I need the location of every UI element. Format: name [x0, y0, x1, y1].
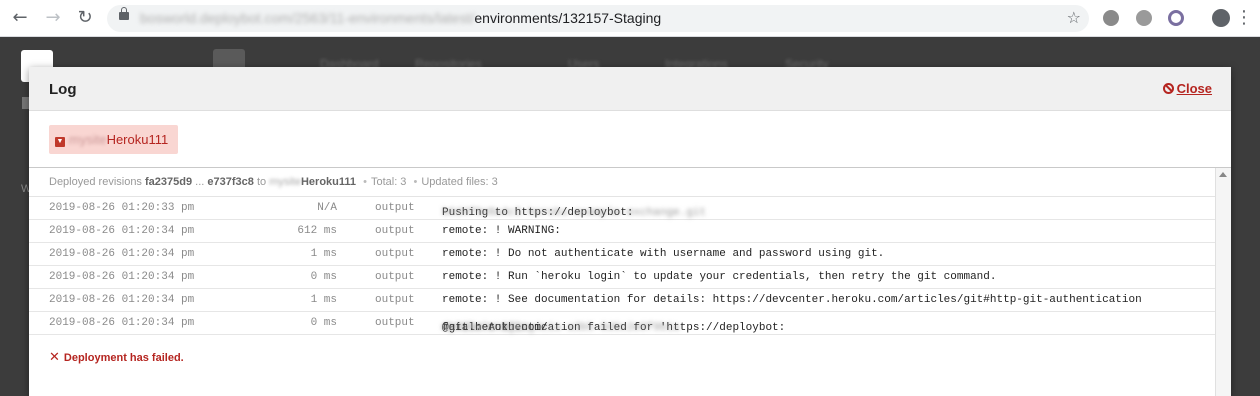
log-row: 2019-08-26 01:20:34 pm 1 ms output remot… — [29, 289, 1215, 312]
server-name: Heroku111 — [106, 132, 169, 147]
server-section: ▼ mysiteHeroku111 — [29, 111, 1231, 168]
vertical-scrollbar[interactable] — [1215, 168, 1231, 396]
forward-arrow-icon[interactable]: → — [41, 7, 65, 31]
target-server: Heroku111 — [300, 176, 357, 188]
log-modal: Log Close ▼ mysiteHeroku111 Deployed revi… — [29, 67, 1231, 396]
server-prefix: mysite — [69, 132, 107, 147]
log-row: 2019-08-26 01:20:34 pm 0 ms output remot… — [29, 266, 1215, 289]
url-text: bosworld.deploybot.com/2563/11-environme… — [140, 10, 662, 26]
log-panel: Deployed revisions fa2375d9 ... e737f3c8… — [29, 168, 1215, 396]
total-count: Total: 3 — [370, 176, 407, 188]
bookmark-star-icon[interactable]: ☆ — [1067, 8, 1081, 27]
extension-gear-icon[interactable] — [1136, 10, 1152, 26]
browser-toolbar: ← → ↻ bosworld.deploybot.com/2563/11-env… — [0, 0, 1260, 37]
close-circle-icon — [1162, 83, 1174, 94]
extension-u-icon[interactable] — [1103, 10, 1119, 26]
back-arrow-icon[interactable]: ← — [8, 7, 32, 31]
modal-title: Log — [49, 81, 77, 98]
modal-header: Log Close — [29, 67, 1231, 111]
log-row: 2019-08-26 01:20:34 pm 0 ms output fatal… — [29, 312, 1215, 335]
scroll-up-arrow-icon[interactable] — [1219, 172, 1227, 177]
profile-icon[interactable] — [1212, 9, 1230, 27]
lock-icon — [119, 7, 129, 20]
deploy-summary: Deployed revisions fa2375d9 ... e737f3c8… — [29, 168, 1215, 197]
address-bar[interactable]: bosworld.deploybot.com/2563/11-environme… — [107, 5, 1089, 32]
log-row: 2019-08-26 01:20:33 pm N/A output Pushin… — [29, 197, 1215, 220]
deployment-status: ✕ Deployment has failed. — [49, 350, 184, 365]
log-row: 2019-08-26 01:20:34 pm 612 ms output rem… — [29, 220, 1215, 243]
error-x-icon: ✕ — [49, 350, 60, 365]
extension-circle-icon[interactable] — [1168, 10, 1184, 26]
browser-menu-icon[interactable]: ⋮ — [1234, 7, 1254, 31]
chevron-down-icon: ▼ — [55, 137, 65, 147]
updated-files: Updated files: 3 — [421, 176, 498, 188]
from-revision[interactable]: fa2375d9 — [145, 176, 192, 188]
close-button[interactable]: Close — [1162, 81, 1212, 96]
to-revision[interactable]: e737f3c8 — [207, 176, 254, 188]
log-row: 2019-08-26 01:20:34 pm 1 ms output remot… — [29, 243, 1215, 266]
reload-icon[interactable]: ↻ — [73, 7, 97, 31]
server-tag[interactable]: ▼ mysiteHeroku111 — [49, 125, 179, 154]
